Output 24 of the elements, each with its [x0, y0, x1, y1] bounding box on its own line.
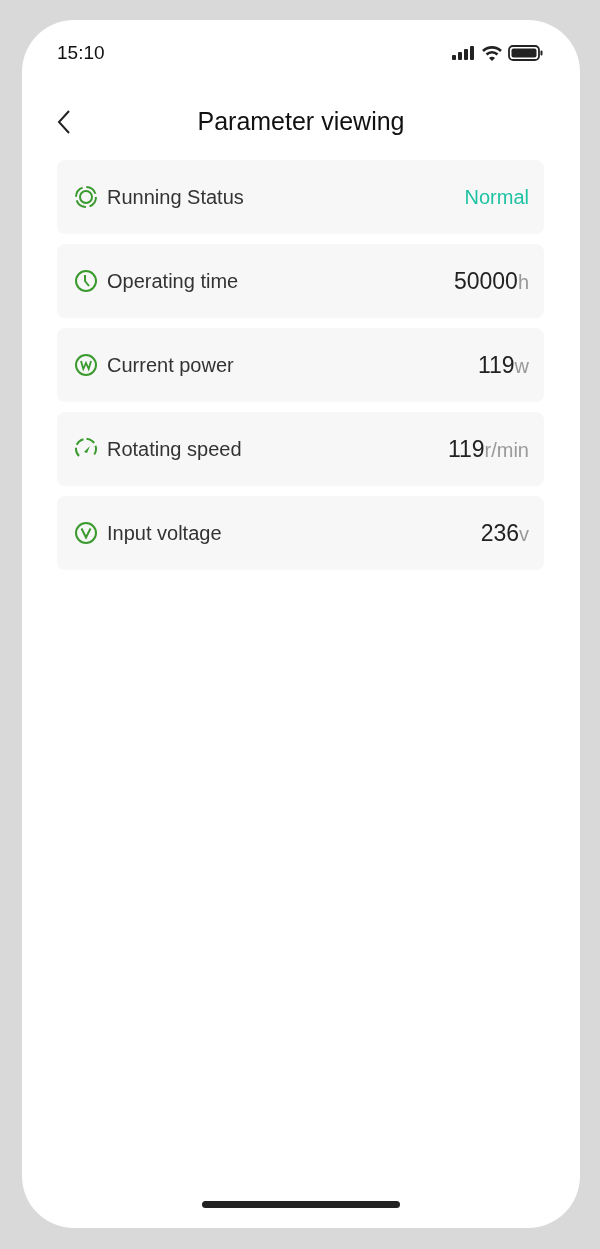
unit-text: w: [514, 353, 529, 379]
signal-icon: [452, 46, 476, 60]
v-circle-icon: [74, 521, 98, 545]
wifi-icon: [482, 45, 502, 61]
status-ring-icon: [74, 185, 98, 209]
unit-text: r/min: [484, 437, 529, 463]
parameter-value: 236: [480, 518, 519, 548]
battery-icon: [508, 45, 544, 61]
parameter-value: 50000: [453, 266, 518, 296]
parameter-label: Operating time: [107, 269, 239, 294]
status-time: 15:10: [57, 40, 105, 65]
parameter-value: 119: [477, 350, 515, 380]
parameter-value: 119: [447, 434, 485, 464]
w-circle-icon: [74, 353, 98, 377]
unit-text: v: [519, 521, 529, 547]
back-icon: [57, 110, 71, 134]
parameter-label: Running Status: [107, 185, 244, 210]
parameter-label: Input voltage: [107, 521, 222, 546]
clock-icon: [74, 269, 98, 293]
parameter-label: Rotating speed: [107, 437, 242, 462]
page-title: Parameter viewing: [197, 106, 405, 138]
parameter-label: Current power: [107, 353, 234, 378]
status-value: Normal: [464, 185, 529, 210]
unit-text: h: [517, 269, 529, 295]
